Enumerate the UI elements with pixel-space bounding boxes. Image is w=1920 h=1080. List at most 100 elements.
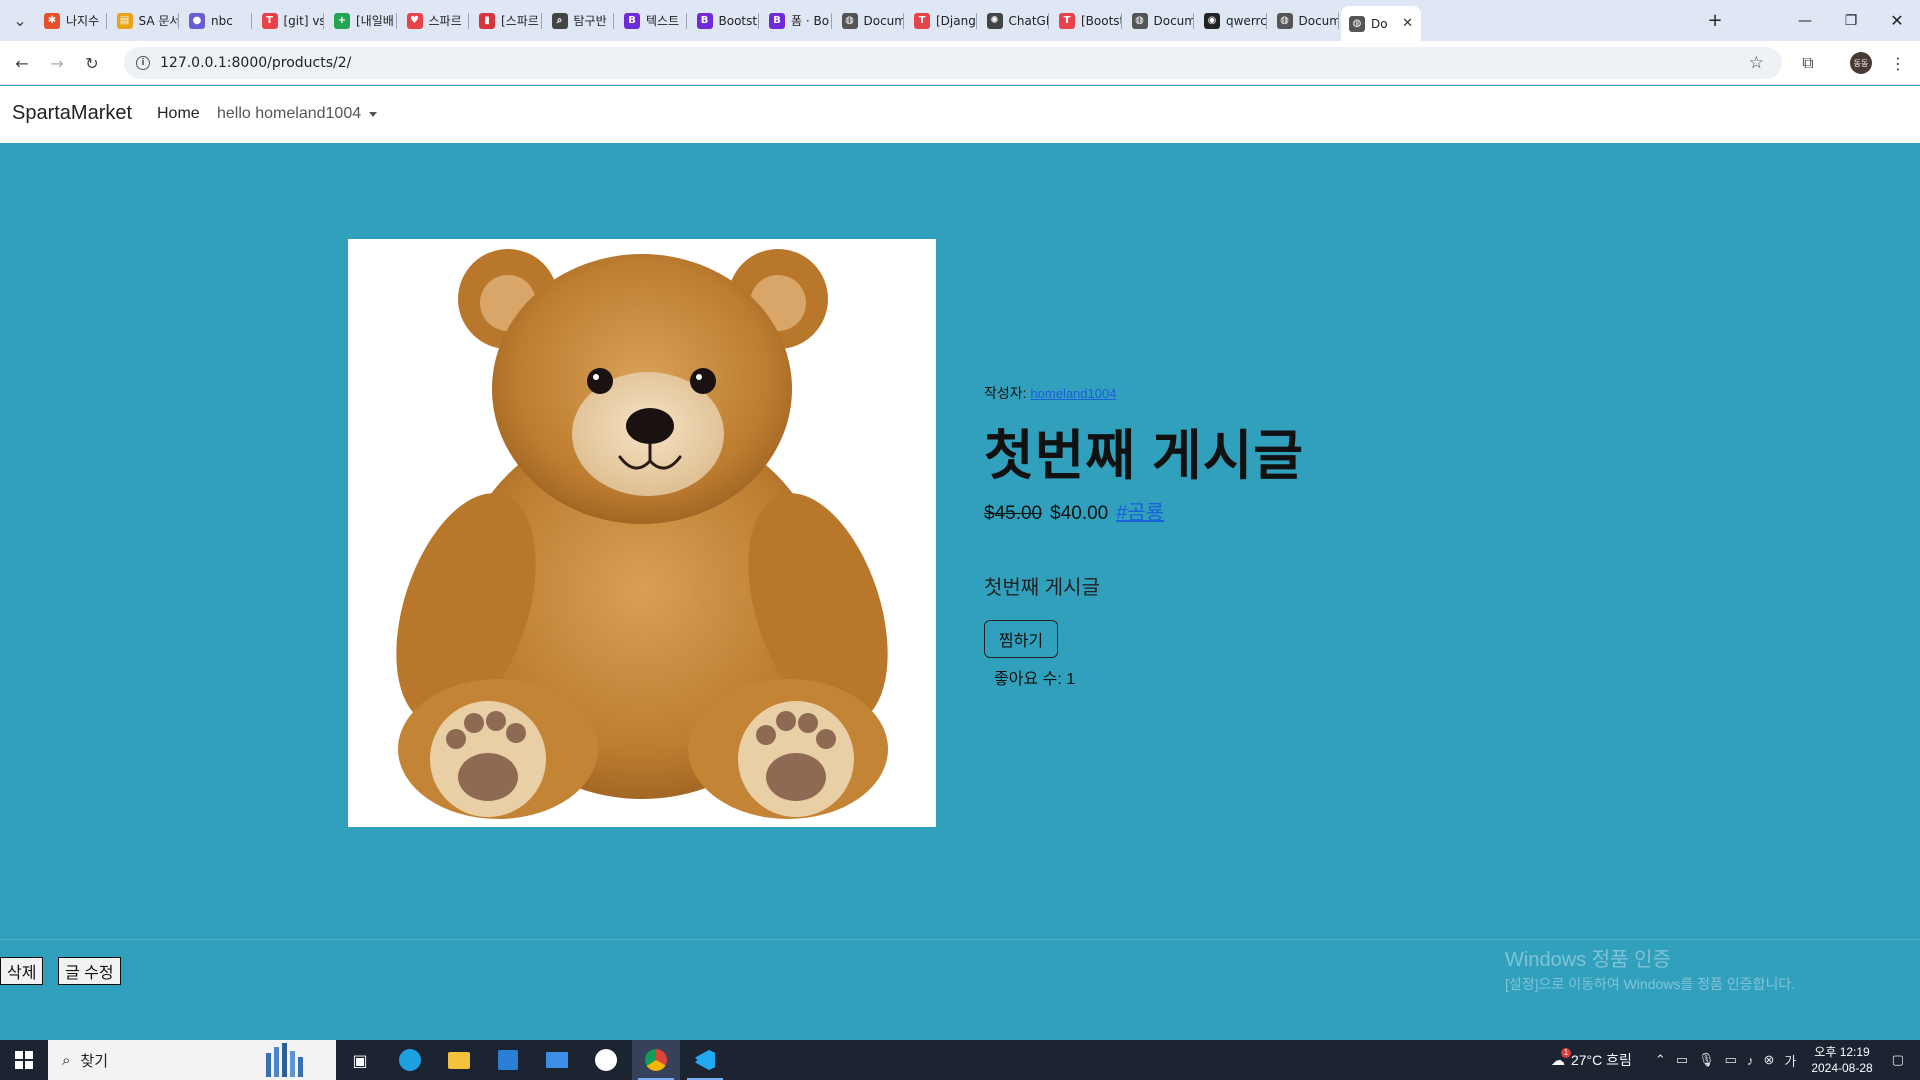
tab-title: [Bootst — [1081, 13, 1122, 28]
close-window-icon[interactable]: ✕ — [1874, 0, 1920, 41]
restore-icon[interactable]: ❐ — [1828, 0, 1874, 41]
product-image — [348, 239, 936, 827]
volume-icon[interactable]: ♪ — [1747, 1053, 1754, 1068]
edge-icon[interactable] — [386, 1040, 434, 1080]
browser-tab[interactable]: ⌕ 탐구반 — [544, 6, 614, 35]
tab-favicon-icon: ● — [189, 12, 205, 29]
tab-separator — [975, 13, 977, 29]
browser-tab[interactable]: ● nbc — [181, 6, 252, 35]
tab-favicon-icon: ◍ — [1276, 12, 1293, 29]
search-placeholder: 찾기 — [80, 1052, 109, 1070]
tab-title: 텍스트 — [646, 14, 680, 28]
bookmark-star-icon[interactable]: ☆ — [1749, 53, 1764, 73]
browser-menu-icon[interactable]: ⋮ — [1884, 49, 1912, 77]
chevron-up-icon[interactable]: ⌃ — [1655, 1052, 1666, 1068]
github-icon[interactable] — [582, 1040, 630, 1080]
tab-separator — [178, 13, 179, 29]
tab-separator — [1048, 13, 1049, 29]
tab-title: 탐구반 — [573, 14, 607, 28]
chrome-icon[interactable] — [632, 1040, 680, 1080]
address-bar-row: ← → ↻ i 127.0.0.1:8000/products/2/ ☆ ⧉ 동… — [0, 41, 1920, 85]
delete-button[interactable]: 삭제 — [0, 957, 44, 985]
watermark-title: Windows 정품 인증 — [1505, 949, 1671, 971]
task-view-icon[interactable]: ▣ — [336, 1040, 384, 1080]
browser-tab[interactable]: B 폼 · Bo — [761, 6, 832, 35]
input-method-icon[interactable]: 가 — [1784, 1051, 1796, 1070]
store-icon[interactable] — [484, 1040, 532, 1080]
url-input[interactable]: i 127.0.0.1:8000/products/2/ ☆ — [124, 47, 1782, 79]
windows-activation-watermark: Windows 정품 인증 [설정]으로 이동하여 Windows를 정품 인증… — [1505, 943, 1795, 994]
browser-tab[interactable]: T [git] vs — [254, 6, 324, 35]
browser-tab[interactable]: ✱ 나지수 — [36, 6, 107, 35]
minimize-icon[interactable]: — — [1782, 0, 1828, 41]
search-highlight-icon — [266, 1043, 303, 1077]
browser-tab[interactable]: T [Djang — [906, 6, 977, 35]
file-explorer-icon[interactable] — [435, 1040, 483, 1080]
tab-separator — [323, 13, 324, 29]
close-tab-icon[interactable]: ✕ — [1402, 16, 1413, 31]
tab-title: 나지수 — [66, 14, 100, 28]
tab-favicon-icon: B — [769, 12, 785, 29]
hashtag-link[interactable]: #곰룡 — [1116, 496, 1164, 525]
browser-tab[interactable]: ✺ ChatGP — [979, 6, 1049, 35]
network-icon[interactable]: ▭ — [1725, 1052, 1737, 1068]
edit-button[interactable]: 글 수정 — [58, 957, 121, 985]
search-icon: ⌕ — [62, 1051, 71, 1069]
clock[interactable]: 오후 12:19 2024-08-28 — [1811, 1044, 1872, 1076]
tab-favicon-icon: B — [624, 12, 640, 29]
browser-tab[interactable]: ◉ qwerrc — [1196, 6, 1267, 35]
mail-icon[interactable] — [533, 1040, 581, 1080]
profile-button[interactable]: 동동 — [1847, 49, 1875, 77]
notifications-icon[interactable]: ▢ — [1892, 1052, 1904, 1068]
meet-icon[interactable]: ▭ — [1676, 1052, 1688, 1068]
extensions-icon[interactable]: ⧉ — [1794, 49, 1822, 77]
browser-tab[interactable]: ◍ Docum — [1124, 6, 1194, 35]
tab-favicon-icon: B — [696, 12, 713, 29]
browser-tab[interactable]: ◍ Docum — [1269, 6, 1339, 35]
tab-separator — [685, 13, 687, 29]
microphone-icon[interactable]: 🎙 — [1698, 1052, 1715, 1068]
browser-tab[interactable]: ♥ 스파르 — [399, 6, 469, 35]
tab-separator — [1338, 13, 1339, 29]
like-button[interactable]: 찜하기 — [984, 620, 1058, 658]
tab-separator — [105, 13, 107, 29]
brand-link[interactable]: SpartaMarket — [12, 102, 132, 125]
tab-title: qwerrc — [1226, 13, 1267, 28]
tab-favicon-icon: T — [1059, 12, 1075, 29]
browser-tab[interactable]: ◍ Docum — [834, 6, 905, 35]
tab-title: Do — [1371, 16, 1388, 31]
avatar[interactable]: 동동 — [1850, 52, 1872, 74]
tab-search-chevron-icon[interactable]: ⌄ — [6, 6, 34, 34]
tab-active[interactable]: ◍ Do ✕ — [1341, 6, 1421, 41]
windows-taskbar: ⌕ 찾기 ▣ ☁ 1 27°C 흐림 ⌃ ▭ 🎙 ▭ ♪ ⊗ 가 오후 12:19… — [0, 1040, 1920, 1080]
browser-tab-bar: ⌄ ✱ 나지수 ▤ SA 문서 ● nbc T [git] vs + [내일배 ♥ 스파르 ▮ [스파르 ⌕… — [0, 0, 1920, 41]
browser-tab[interactable]: ▤ SA 문서 — [109, 6, 179, 35]
url-text[interactable]: 127.0.0.1:8000/products/2/ — [160, 55, 351, 71]
nav-home-link[interactable]: Home — [157, 105, 200, 123]
teddy-bear-image — [396, 249, 888, 819]
watermark-subtitle: [설정]으로 이동하여 Windows를 정품 인증합니다. — [1505, 976, 1796, 992]
site-info-icon[interactable]: i — [136, 56, 150, 70]
browser-tab[interactable]: + [내일배 — [326, 6, 397, 35]
author-link[interactable]: homeland1004 — [1030, 386, 1116, 401]
browser-tab[interactable]: T [Bootst — [1051, 6, 1122, 35]
browser-tab[interactable]: B 텍스트 — [616, 6, 687, 35]
browser-tab[interactable]: B Bootstr — [689, 6, 759, 35]
taskbar-search-input[interactable]: ⌕ 찾기 — [48, 1040, 336, 1080]
vscode-icon[interactable] — [681, 1040, 729, 1080]
browser-tab[interactable]: ▮ [스파르 — [471, 6, 542, 35]
weather-widget[interactable]: ☁ 1 27°C 흐림 — [1551, 1047, 1632, 1070]
product-title: 첫번째 게시글 — [984, 426, 1305, 486]
tab-separator — [540, 13, 542, 29]
status-x-icon[interactable]: ⊗ — [1763, 1052, 1774, 1068]
reload-icon[interactable]: ↻ — [78, 49, 106, 77]
tab-title: nbc — [211, 13, 233, 28]
user-dropdown-toggle[interactable]: hello homeland1004 — [217, 105, 378, 123]
start-button[interactable] — [0, 1040, 48, 1080]
tab-title: Docum — [863, 13, 905, 28]
forward-arrow-icon[interactable]: → — [43, 49, 71, 77]
tab-favicon-icon: ♥ — [406, 12, 423, 29]
new-tab-button[interactable]: + — [1692, 0, 1738, 41]
price-line: $45.00 $40.00 #곰룡 — [984, 496, 1684, 525]
back-arrow-icon[interactable]: ← — [8, 49, 36, 77]
